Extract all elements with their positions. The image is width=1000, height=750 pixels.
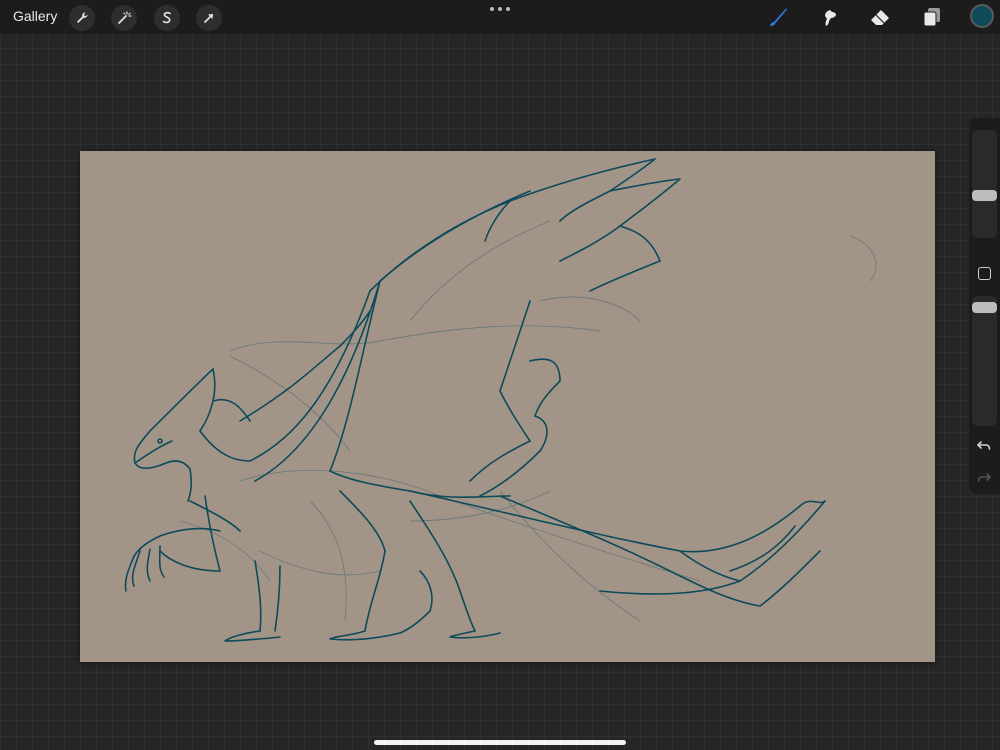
eraser-tool-button[interactable] [866, 4, 894, 30]
transform-button[interactable] [196, 5, 222, 31]
construction-lines [179, 220, 877, 622]
eraser-icon [871, 10, 889, 25]
dot-icon [506, 7, 510, 11]
dot-icon [490, 7, 494, 11]
top-toolbar: Gallery [0, 0, 1000, 34]
layers-button[interactable] [918, 4, 946, 30]
brush-tool-button[interactable] [764, 4, 792, 30]
undo-icon[interactable] [976, 438, 992, 454]
dot-icon [498, 7, 502, 11]
more-options-button[interactable] [490, 4, 510, 14]
brush-size-slider[interactable] [972, 130, 997, 238]
smudge-tool-button[interactable] [815, 4, 843, 30]
magic-wand-icon [118, 11, 132, 24]
color-swatch-button[interactable] [970, 4, 994, 28]
brush-icon [770, 8, 787, 26]
brush-size-thumb[interactable] [972, 190, 997, 202]
actions-button[interactable] [69, 5, 95, 31]
wrench-icon [77, 12, 88, 23]
modify-button[interactable] [978, 267, 991, 280]
redo-icon[interactable] [976, 470, 992, 486]
smudge-icon [825, 10, 836, 26]
opacity-thumb[interactable] [972, 301, 997, 313]
selection-icon [162, 11, 171, 24]
layers-icon [923, 8, 940, 27]
side-toolbar [969, 118, 1000, 494]
griffin-sketch [124, 158, 877, 642]
home-indicator[interactable] [374, 740, 626, 745]
transform-icon [204, 14, 213, 23]
gallery-button[interactable]: Gallery [13, 8, 57, 24]
selection-button[interactable] [154, 5, 180, 31]
opacity-slider[interactable] [972, 296, 997, 426]
adjustments-button[interactable] [111, 5, 137, 31]
main-strokes [124, 158, 826, 642]
drawing-canvas[interactable] [80, 151, 935, 662]
